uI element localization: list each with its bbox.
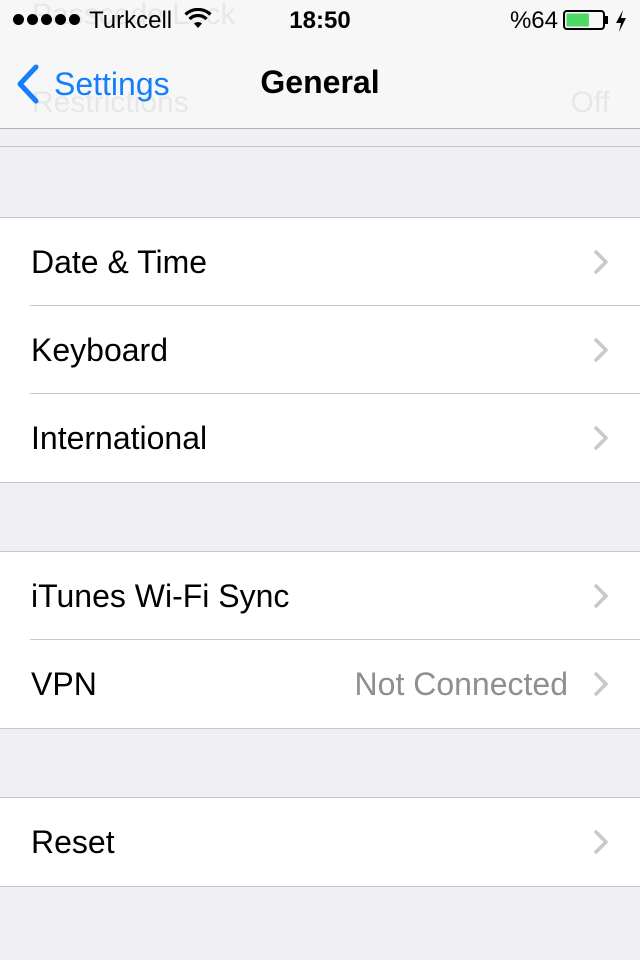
row-itunes-wifi-sync[interactable]: iTunes Wi-Fi Sync: [0, 552, 640, 640]
charging-bolt-icon: [616, 10, 626, 32]
settings-group-reset: Reset: [0, 797, 640, 887]
row-keyboard[interactable]: Keyboard: [0, 305, 640, 394]
row-label: International: [31, 420, 208, 456]
page-title: General: [260, 64, 380, 100]
chevron-right-icon: [594, 584, 608, 608]
row-label: iTunes Wi-Fi Sync: [31, 578, 290, 614]
chevron-right-icon: [594, 338, 608, 362]
row-label: Keyboard: [31, 332, 168, 368]
chevron-right-icon: [594, 830, 608, 854]
chevron-right-icon: [594, 426, 608, 450]
section-divider: [0, 146, 640, 147]
navigation-bar: Passcode Lock Restrictions Off Turkcell …: [0, 0, 640, 129]
row-label: Reset: [31, 824, 115, 860]
row-reset[interactable]: Reset: [0, 798, 640, 886]
status-bar: Turkcell 18:50 %64: [0, 0, 640, 40]
row-label: Date & Time: [31, 244, 208, 280]
chevron-right-icon: [594, 250, 608, 274]
row-date-time[interactable]: Date & Time: [0, 218, 640, 306]
settings-group-date-keyboard-international: Date & Time Keyboard International: [0, 217, 640, 483]
battery-icon: [563, 10, 608, 30]
vpn-status: Not Connected: [354, 666, 568, 702]
chevron-right-icon: [594, 672, 608, 696]
row-vpn[interactable]: VPN Not Connected: [0, 639, 640, 728]
settings-group-itunes-vpn: iTunes Wi-Fi Sync VPN Not Connected: [0, 551, 640, 729]
battery-level-fill: [566, 13, 589, 27]
row-international[interactable]: International: [0, 393, 640, 482]
row-label: VPN: [31, 666, 97, 702]
battery-percentage: %64: [509, 7, 558, 34]
